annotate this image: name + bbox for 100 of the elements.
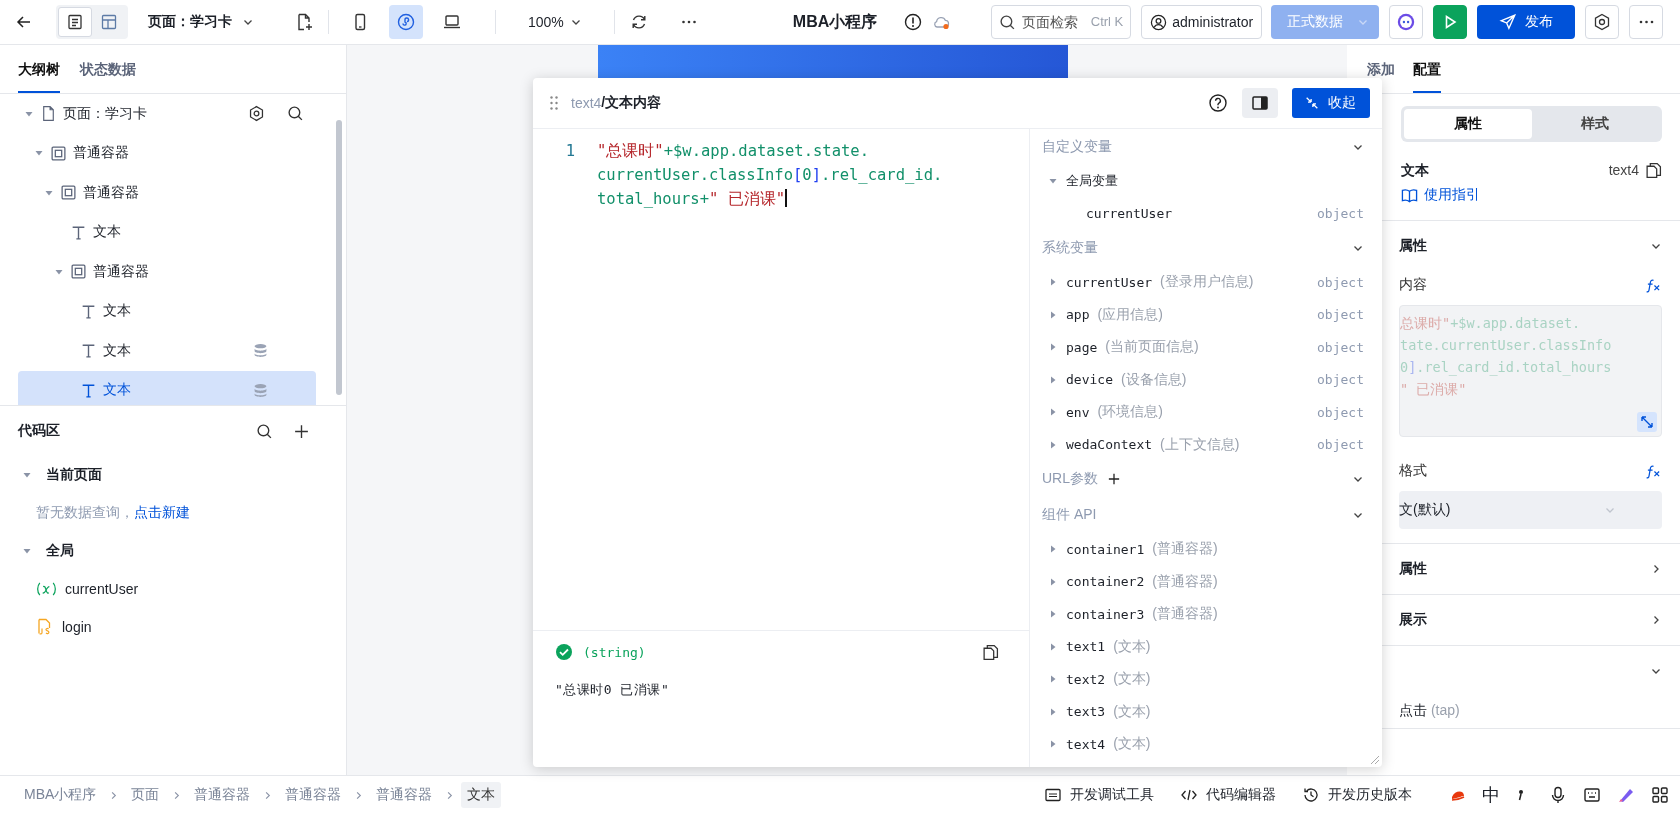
- tree-item[interactable]: 页面：学习卡: [18, 94, 316, 134]
- side-panel-icon: [1250, 93, 1270, 113]
- expand-triangle-icon[interactable]: [1048, 706, 1058, 717]
- variable-item[interactable]: container3 (普通容器): [1042, 598, 1364, 631]
- settings-button[interactable]: [1585, 5, 1620, 39]
- variable-item[interactable]: 全局变量: [1042, 165, 1364, 198]
- grid-icon[interactable]: [1650, 785, 1670, 805]
- code-editor[interactable]: 1 "总课时"+$w.app.dataset.state. currentUser.classInfo[0].rel_card_id. total_hours+" 已消课": [533, 129, 1029, 630]
- add-icon[interactable]: [293, 422, 310, 440]
- variable-group-title: 系统变量: [1042, 239, 1098, 257]
- variable-description: (登录用户信息): [1160, 273, 1254, 292]
- segment-tab[interactable]: 样式: [1531, 109, 1659, 139]
- mini-program-preview-button[interactable]: [389, 5, 423, 39]
- expand-triangle-icon[interactable]: [1048, 342, 1058, 353]
- variable-group-title: 组件 API: [1042, 506, 1097, 524]
- create-link[interactable]: 点击新建: [134, 504, 190, 522]
- copy-icon[interactable]: [1645, 162, 1662, 179]
- segment-tab[interactable]: 属性: [1404, 109, 1532, 139]
- outline-view-button[interactable]: [58, 7, 92, 37]
- zoom-dropdown[interactable]: 100%: [528, 14, 582, 30]
- tree-item[interactable]: 普通容器: [18, 133, 316, 173]
- tree-item[interactable]: 文本: [18, 370, 316, 405]
- expand-triangle-icon[interactable]: [1048, 374, 1058, 385]
- code-item-label[interactable]: login: [62, 619, 92, 635]
- resize-handle-icon[interactable]: [1368, 753, 1380, 765]
- variable-item[interactable]: text4 (文本): [1042, 728, 1364, 761]
- variable-item[interactable]: page (当前页面信息) object: [1042, 331, 1364, 364]
- variable-item[interactable]: container1 (普通容器): [1042, 533, 1364, 566]
- formula-icon[interactable]: [1645, 463, 1662, 479]
- format-select[interactable]: 文(默认): [1399, 491, 1662, 529]
- tree-item[interactable]: 普通容器: [18, 252, 316, 292]
- breadcrumb-item[interactable]: 普通容器: [188, 782, 257, 808]
- variable-name: container3: [1066, 606, 1145, 622]
- input-mode-indicator[interactable]: 中: [1482, 783, 1500, 807]
- expand-triangle-icon[interactable]: [1048, 739, 1058, 750]
- panel-tab[interactable]: 大纲树: [18, 45, 60, 93]
- variable-item[interactable]: text1 (文本): [1042, 630, 1364, 663]
- breadcrumb-item[interactable]: 普通容器: [370, 782, 439, 808]
- panel-tab[interactable]: 添加: [1367, 45, 1395, 93]
- tree-item[interactable]: 普通容器: [18, 173, 316, 213]
- debug-tools-button[interactable]: 开发调试工具: [1044, 786, 1154, 804]
- settings-icon[interactable]: [248, 105, 265, 123]
- tree-item[interactable]: 文本: [18, 291, 316, 331]
- expand-triangle-icon[interactable]: [1048, 576, 1058, 587]
- variable-group-title: URL参数: [1042, 470, 1098, 488]
- expand-triangle-icon[interactable]: [1048, 309, 1058, 320]
- variable-item[interactable]: container2 (普通容器): [1042, 565, 1364, 598]
- expand-triangle-icon[interactable]: [1048, 674, 1058, 685]
- variable-item[interactable]: text3 (文本): [1042, 695, 1364, 728]
- expand-triangle-icon[interactable]: [1048, 641, 1058, 652]
- expand-triangle-icon[interactable]: [1048, 407, 1058, 418]
- component-id: text4: [1608, 162, 1639, 178]
- variable-description: (上下文信息): [1160, 435, 1240, 454]
- variable-item[interactable]: currentUser (登录用户信息) object: [1042, 266, 1364, 299]
- collapse-button[interactable]: 收起: [1292, 88, 1370, 118]
- history-button[interactable]: 开发历史版本: [1302, 786, 1412, 804]
- variable-name: container1: [1066, 541, 1145, 557]
- info-icon[interactable]: [903, 12, 924, 32]
- expand-triangle-icon[interactable]: [1048, 277, 1058, 288]
- breadcrumb-item[interactable]: 普通容器: [279, 782, 348, 808]
- expand-triangle-icon[interactable]: [1048, 439, 1058, 450]
- user-button[interactable]: administrator: [1141, 5, 1263, 39]
- usage-guide-link[interactable]: 使用指引: [1401, 186, 1609, 204]
- container-icon: [50, 144, 67, 162]
- variable-item[interactable]: wedaContext (上下文信息) object: [1042, 428, 1364, 461]
- tree-item[interactable]: 文本: [18, 212, 316, 252]
- result-value: "总课时0 已消课": [555, 681, 671, 699]
- variable-item[interactable]: device (设备信息) object: [1042, 363, 1364, 396]
- formula-icon[interactable]: [1645, 277, 1662, 293]
- add-icon[interactable]: [1108, 473, 1120, 485]
- breadcrumb-item[interactable]: 文本: [461, 782, 502, 808]
- keyboard-icon[interactable]: [1582, 785, 1602, 805]
- collapse-triangle-icon[interactable]: [22, 546, 32, 556]
- search-icon[interactable]: [287, 105, 304, 123]
- tree-item[interactable]: 文本: [18, 331, 316, 371]
- variable-item[interactable]: app (应用信息) object: [1042, 298, 1364, 331]
- scrollbar[interactable]: [336, 120, 342, 395]
- collapse-triangle-icon[interactable]: [22, 470, 32, 480]
- expand-triangle-icon[interactable]: [1048, 544, 1058, 555]
- panel-tab[interactable]: 状态数据: [80, 45, 136, 93]
- search-icon[interactable]: [256, 422, 273, 440]
- drag-handle-icon[interactable]: [549, 95, 559, 111]
- assistant-button[interactable]: [1389, 5, 1424, 39]
- side-panel-toggle[interactable]: [1242, 88, 1278, 118]
- tree-item-label: 文本: [103, 302, 132, 321]
- preview-button[interactable]: [1433, 5, 1468, 39]
- variable-item[interactable]: currentUser object: [1042, 197, 1364, 230]
- breadcrumb-item[interactable]: 页面: [125, 782, 166, 808]
- code-item-label[interactable]: currentUser: [65, 581, 139, 597]
- panel-tab[interactable]: 配置: [1413, 45, 1441, 93]
- expand-triangle-icon[interactable]: [1048, 609, 1058, 620]
- breadcrumb-item[interactable]: MBA小程序: [18, 782, 103, 808]
- copy-icon[interactable]: [982, 643, 999, 661]
- variable-item[interactable]: text2 (文本): [1042, 663, 1364, 696]
- help-icon[interactable]: [1208, 93, 1228, 113]
- variable-item[interactable]: env (环境信息) object: [1042, 396, 1364, 429]
- publish-button[interactable]: 发布: [1477, 5, 1576, 39]
- expand-icon[interactable]: [1637, 412, 1657, 432]
- code-editor-button[interactable]: 代码编辑器: [1180, 786, 1276, 804]
- page-selector[interactable]: 页面：学习卡: [148, 13, 254, 31]
